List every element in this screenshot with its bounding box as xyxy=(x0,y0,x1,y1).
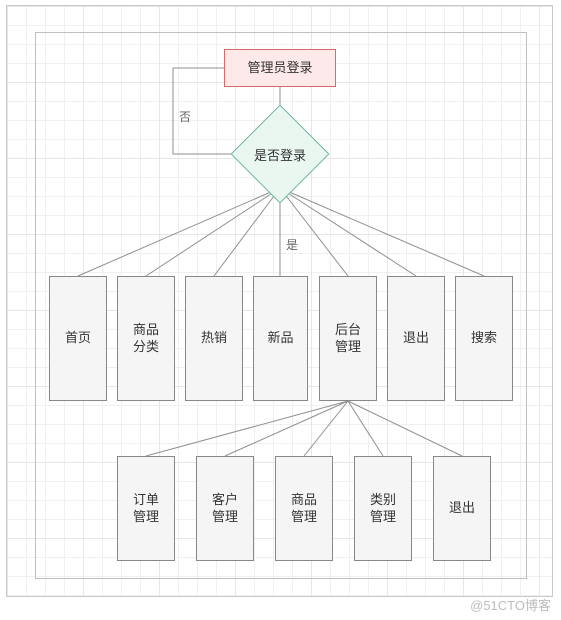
node-logout: 退出 xyxy=(387,276,445,401)
node-order: 订单 管理 xyxy=(117,456,175,561)
node-logout2: 退出 xyxy=(433,456,491,561)
flowchart-canvas: 管理员登录 是否登录 否 是 首页 商品 分类 热销 新品 后台 管理 退出 搜… xyxy=(6,5,553,597)
node-new: 新品 xyxy=(253,276,308,401)
edge-label-no: 否 xyxy=(179,108,191,125)
edge-label-yes: 是 xyxy=(286,236,298,253)
node-customer: 客户 管理 xyxy=(196,456,254,561)
decision-label: 是否登录 xyxy=(254,145,306,164)
node-decision: 是否登录 xyxy=(232,120,328,188)
node-search: 搜索 xyxy=(455,276,513,401)
node-category: 商品 分类 xyxy=(117,276,175,401)
node-hot: 热销 xyxy=(185,276,243,401)
node-admin: 后台 管理 xyxy=(319,276,377,401)
node-start: 管理员登录 xyxy=(224,49,336,87)
watermark: @51CTO博客 xyxy=(470,595,551,614)
node-product: 商品 管理 xyxy=(275,456,333,561)
node-catmgmt: 类别 管理 xyxy=(354,456,412,561)
node-home: 首页 xyxy=(49,276,107,401)
